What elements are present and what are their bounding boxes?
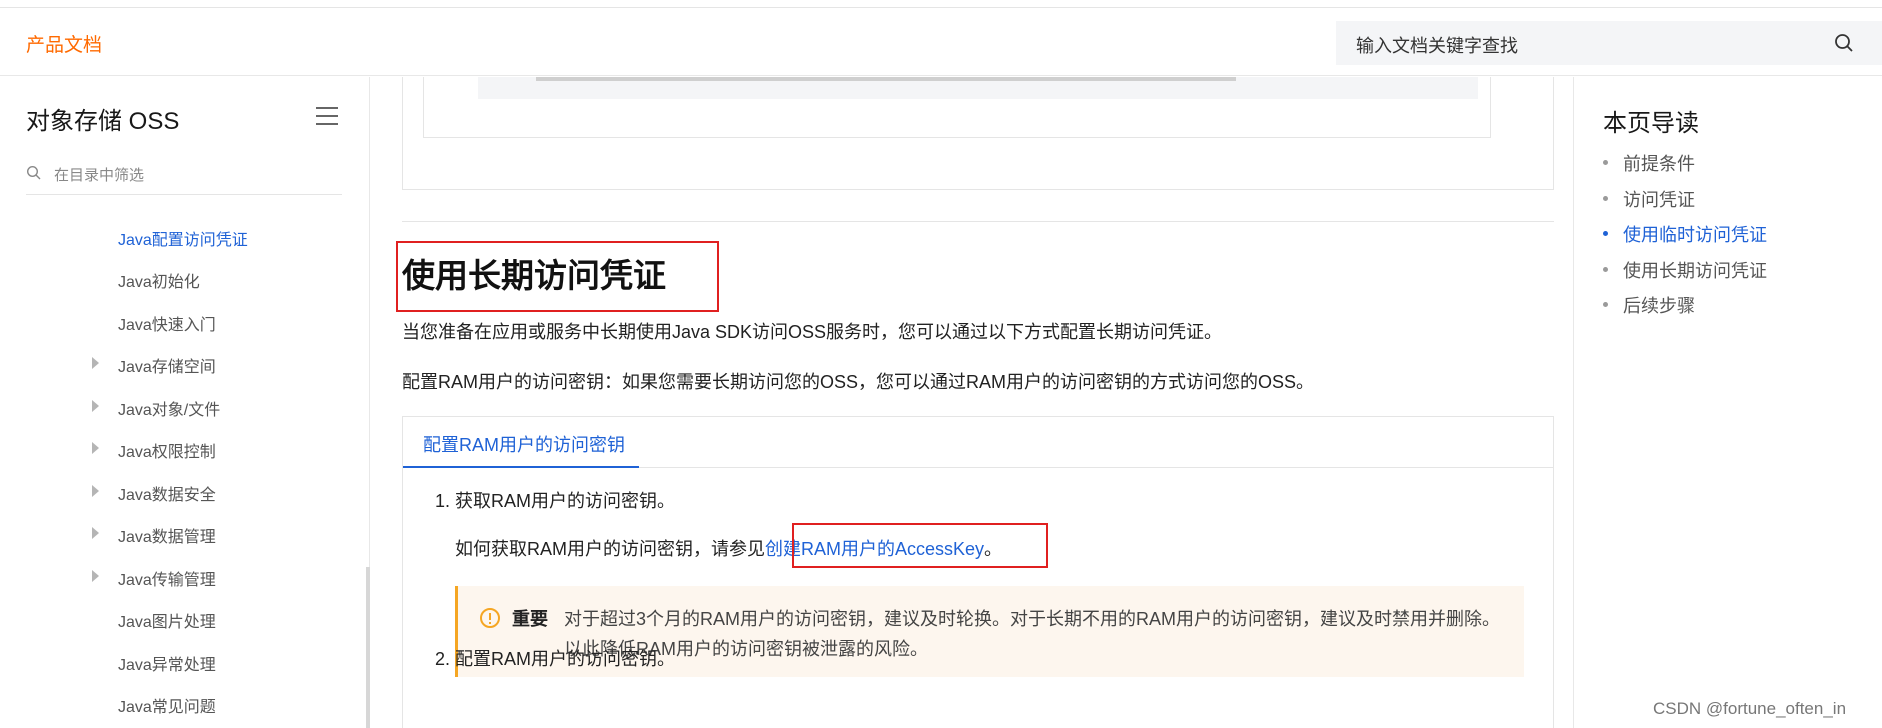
sidebar-filter[interactable]: 在目录中筛选 bbox=[26, 155, 342, 195]
bullet-icon bbox=[1603, 267, 1608, 272]
sidebar-item-java-credentials[interactable]: Java配置访问凭证 bbox=[0, 226, 360, 250]
sidebar-item-label: Java权限控制 bbox=[118, 444, 216, 461]
toc-item-next-steps[interactable]: 后续步骤 bbox=[1603, 292, 1873, 316]
expand-arrow-icon[interactable] bbox=[92, 442, 99, 454]
expand-arrow-icon[interactable] bbox=[92, 527, 99, 539]
search-input[interactable]: 输入文档关键字查找 bbox=[1356, 32, 1518, 58]
step-1: 1. 获取RAM用户的访问密钥。 bbox=[435, 491, 676, 511]
menu-icon[interactable] bbox=[316, 107, 338, 125]
bullet-icon bbox=[1603, 160, 1608, 165]
sidebar-item-label: Java存储空间 bbox=[118, 359, 216, 376]
sidebar-item-java-data-management[interactable]: Java数据管理 bbox=[0, 523, 360, 547]
sidebar-item-label: Java快速入门 bbox=[118, 317, 216, 334]
ram-key-paragraph: 配置RAM用户的访问密钥：如果您需要长期访问您的OSS，您可以通过RAM用户的访… bbox=[402, 372, 1315, 392]
toc-item-temporary-credentials[interactable]: 使用临时访问凭证 bbox=[1603, 221, 1873, 245]
sidebar-item-java-object[interactable]: Java对象/文件 bbox=[0, 396, 360, 420]
page-toc: 本页导读 前提条件 访问凭证 使用临时访问凭证 使用长期访问凭证 后续步骤 bbox=[1573, 77, 1882, 728]
sidebar-item-java-permission[interactable]: Java权限控制 bbox=[0, 438, 360, 462]
bullet-icon bbox=[1603, 196, 1608, 201]
sidebar-item-java-quickstart[interactable]: Java快速入门 bbox=[0, 311, 360, 335]
sidebar-item-java-faq[interactable]: Java常见问题 bbox=[0, 693, 360, 717]
expand-arrow-icon[interactable] bbox=[92, 357, 99, 369]
tab-panel: 配置RAM用户的访问密钥 1. 获取RAM用户的访问密钥。 如何获取RAM用户的… bbox=[402, 416, 1554, 728]
sidebar-item-java-exception[interactable]: Java异常处理 bbox=[0, 651, 360, 675]
toc-item-long-term-credentials[interactable]: 使用长期访问凭证 bbox=[1603, 257, 1873, 281]
sidebar-item-label: Java异常处理 bbox=[118, 657, 216, 674]
tab-active-indicator bbox=[403, 466, 639, 468]
heading-highlight-box bbox=[396, 241, 719, 312]
sidebar-item-java-security[interactable]: Java数据安全 bbox=[0, 481, 360, 505]
sidebar-item-label: Java初始化 bbox=[118, 274, 200, 291]
notice-text-line1: 对于超过3个月的RAM用户的访问密钥，建议及时轮换。对于长期不用的RAM用户的访… bbox=[564, 609, 1501, 629]
sidebar-item-java-bucket[interactable]: Java存储空间 bbox=[0, 353, 360, 377]
left-sidebar: 对象存储 OSS 在目录中筛选 Java配置访问凭证 Java初始化 Java快… bbox=[0, 77, 370, 728]
sidebar-title: 对象存储 OSS bbox=[26, 108, 180, 135]
sidebar-scrollbar[interactable] bbox=[366, 567, 370, 728]
sidebar-item-label: Java图片处理 bbox=[118, 614, 216, 631]
search-box[interactable]: 输入文档关键字查找 bbox=[1336, 21, 1882, 65]
search-icon bbox=[26, 165, 41, 180]
tab-bar: 配置RAM用户的访问密钥 bbox=[403, 417, 1553, 468]
code-scrollbar[interactable] bbox=[536, 77, 1236, 81]
link-highlight-box bbox=[792, 523, 1048, 568]
expand-arrow-icon[interactable] bbox=[92, 400, 99, 412]
intro-paragraph: 当您准备在应用或服务中长期使用Java SDK访问OSS服务时，您可以通过以下方… bbox=[402, 322, 1223, 342]
sidebar-item-label: Java数据安全 bbox=[118, 487, 216, 504]
sidebar-item-label: Java传输管理 bbox=[118, 572, 216, 589]
sidebar-item-label: Java数据管理 bbox=[118, 529, 216, 546]
step-2: 2. 配置RAM用户的访问密钥。 bbox=[435, 649, 676, 669]
toc-item-credentials[interactable]: 访问凭证 bbox=[1603, 186, 1873, 210]
csdn-watermark: CSDN @fortune_often_in bbox=[1653, 699, 1847, 718]
section-divider bbox=[402, 221, 1554, 222]
filter-input[interactable]: 在目录中筛选 bbox=[54, 164, 144, 185]
toc-item-label: 使用长期访问凭证 bbox=[1623, 261, 1767, 281]
search-icon[interactable] bbox=[1834, 33, 1854, 53]
top-header: 产品文档 输入文档关键字查找 bbox=[0, 8, 1882, 76]
toc-item-prerequisites[interactable]: 前提条件 bbox=[1603, 150, 1873, 174]
bullet-icon bbox=[1603, 231, 1608, 236]
toc-item-label: 前提条件 bbox=[1623, 154, 1695, 174]
product-docs-link[interactable]: 产品文档 bbox=[26, 30, 102, 57]
step-1-detail-text: 如何获取RAM用户的访问密钥，请参见 bbox=[455, 539, 765, 559]
toc-item-label: 访问凭证 bbox=[1623, 190, 1695, 210]
toc-title: 本页导读 bbox=[1603, 110, 1699, 137]
warning-icon bbox=[480, 608, 500, 628]
sidebar-item-java-init[interactable]: Java初始化 bbox=[0, 268, 360, 292]
toc-item-label: 后续步骤 bbox=[1623, 296, 1695, 316]
sidebar-item-label: Java配置访问凭证 bbox=[118, 232, 248, 249]
notice-tag: 重要 bbox=[512, 609, 548, 629]
sidebar-item-label: Java对象/文件 bbox=[118, 402, 221, 419]
top-border bbox=[0, 0, 1882, 8]
code-block bbox=[423, 77, 1491, 138]
expand-arrow-icon[interactable] bbox=[92, 570, 99, 582]
sidebar-item-java-transfer[interactable]: Java传输管理 bbox=[0, 566, 360, 590]
bullet-icon bbox=[1603, 302, 1608, 307]
expand-arrow-icon[interactable] bbox=[92, 485, 99, 497]
main-content: 使用长期访问凭证 当您准备在应用或服务中长期使用Java SDK访问OSS服务时… bbox=[371, 77, 1573, 728]
toc-item-label: 使用临时访问凭证 bbox=[1623, 225, 1767, 245]
sidebar-item-label: Java常见问题 bbox=[118, 699, 216, 716]
sidebar-item-java-image[interactable]: Java图片处理 bbox=[0, 608, 360, 632]
tab-ram-access-key[interactable]: 配置RAM用户的访问密钥 bbox=[423, 431, 625, 457]
